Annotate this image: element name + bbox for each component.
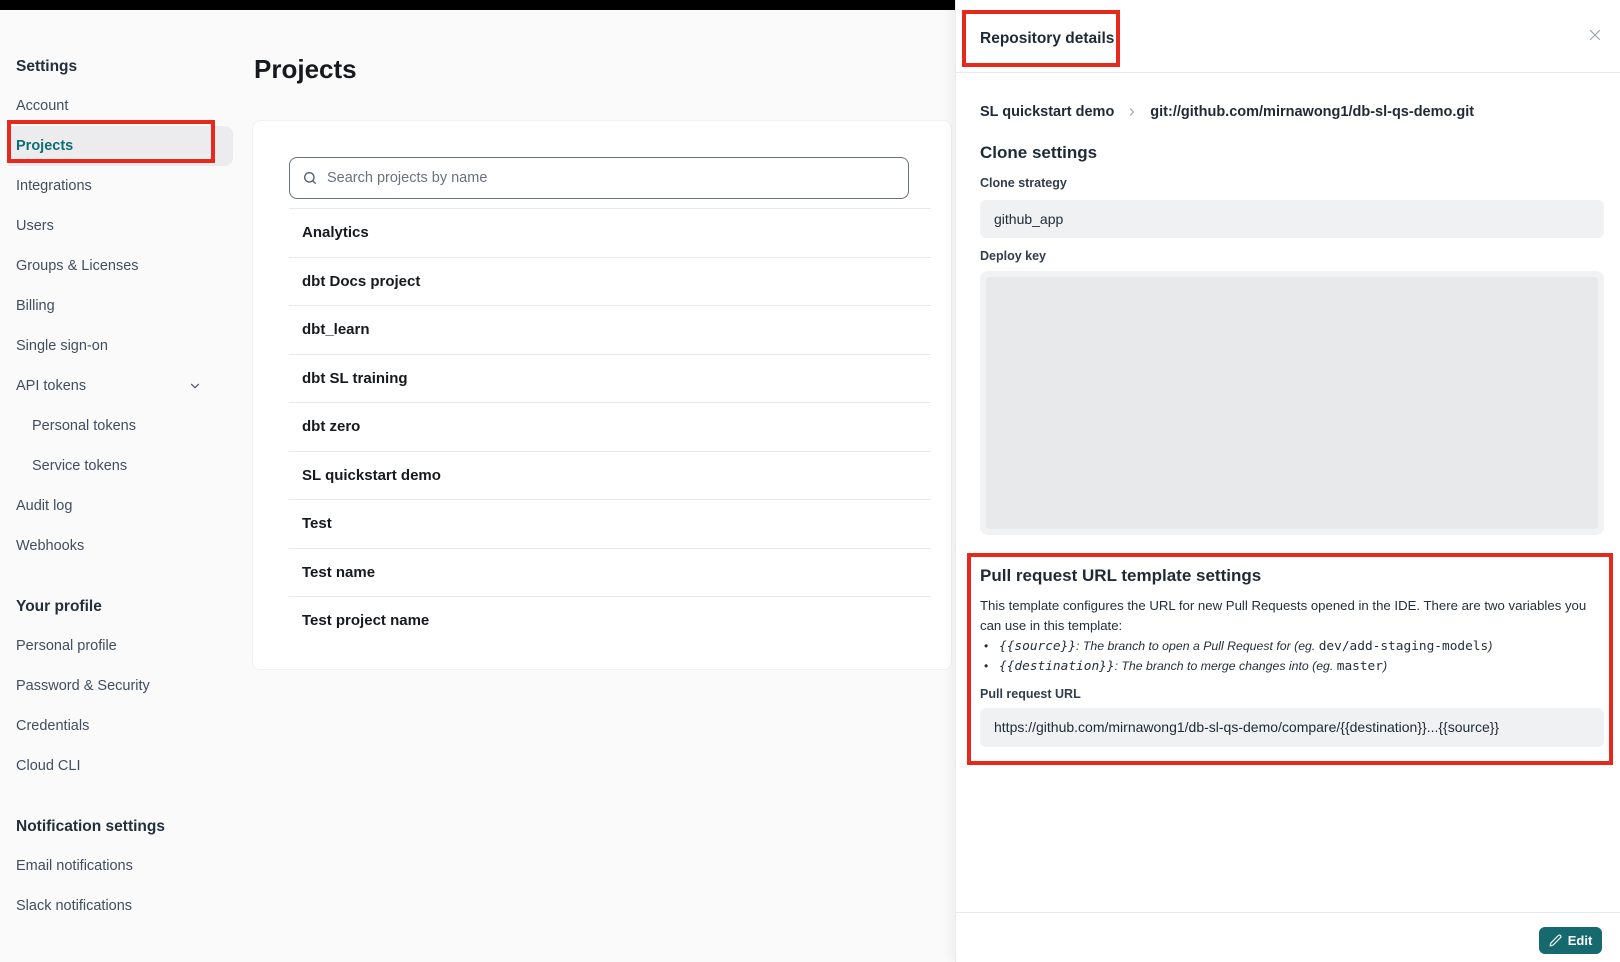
sidebar-item[interactable]: Slack notifications (0, 886, 225, 926)
settings-sidebar: Settings Account Projects Integrations U… (0, 10, 248, 962)
project-list-item[interactable]: dbt SL training (289, 354, 931, 403)
breadcrumb: SL quickstart demo git://github.com/mirn… (980, 104, 1474, 120)
sidebar-item-label: Cloud CLI (16, 758, 80, 774)
breadcrumb-project[interactable]: SL quickstart demo (980, 104, 1114, 120)
sidebar-item[interactable]: Service tokens (0, 446, 225, 486)
sidebar-item-label: Account (16, 98, 68, 114)
sidebar-item-label: Projects (16, 138, 73, 154)
sidebar-item[interactable]: Cloud CLI (0, 746, 225, 786)
sidebar-item[interactable]: Users (0, 206, 225, 246)
sidebar-section-header: Your profile (0, 588, 248, 626)
sidebar-item-label: API tokens (16, 378, 86, 394)
pr-template-variables: {{source}}: The branch to open a Pull Re… (982, 637, 1582, 676)
sidebar-item-label: Users (16, 218, 54, 234)
pr-template-description: This template configures the URL for new… (980, 596, 1590, 636)
variable-code: {{destination}} (999, 659, 1115, 674)
clone-strategy-value: github_app (980, 200, 1604, 238)
panel-footer: Edit (956, 912, 1620, 962)
sidebar-item[interactable]: Personal profile (0, 626, 225, 666)
sidebar-section-header: Notification settings (0, 808, 248, 846)
sidebar-item-label: Integrations (16, 178, 92, 194)
sidebar-item[interactable]: Personal tokens (0, 406, 225, 446)
sidebar-item-label: Personal tokens (32, 418, 136, 434)
variable-description: : The branch to merge changes into (eg. (1115, 659, 1337, 673)
pr-template-variable-bullet: {{destination}}: The branch to merge cha… (982, 657, 1582, 677)
variable-description: : The branch to open a Pull Request for … (1076, 639, 1319, 653)
sidebar-item[interactable]: Integrations (0, 166, 225, 206)
project-list-item[interactable]: dbt Docs project (289, 257, 931, 306)
sidebar-item[interactable]: API tokens (0, 366, 225, 406)
deploy-key-box (980, 271, 1604, 535)
sidebar-item-label: Service tokens (32, 458, 127, 474)
top-black-bar (0, 0, 955, 10)
clone-strategy-label: Clone strategy (980, 176, 1067, 190)
project-list-item[interactable]: SL quickstart demo (289, 451, 931, 500)
projects-card: Analytics dbt Docs project dbt_learn dbt… (252, 120, 952, 670)
sidebar-item[interactable]: Account (0, 86, 225, 126)
repository-details-panel: Repository details SL quickstart demo gi… (955, 0, 1620, 962)
variable-suffix: ) (1383, 659, 1387, 673)
sidebar-item-label: Webhooks (16, 538, 84, 554)
project-list-item[interactable]: dbt zero (289, 402, 931, 451)
sidebar-section-header: Settings (0, 48, 248, 86)
variable-suffix: ) (1488, 639, 1492, 653)
sidebar-item[interactable]: Email notifications (0, 846, 225, 886)
pr-template-variable-bullet: {{source}}: The branch to open a Pull Re… (982, 637, 1582, 657)
sidebar-item[interactable]: Projects (8, 126, 233, 166)
variable-code: {{source}} (999, 639, 1076, 654)
sidebar-item[interactable]: Audit log (0, 486, 225, 526)
clone-settings-heading: Clone settings (980, 143, 1097, 163)
deploy-key-redacted-value (986, 277, 1598, 529)
variable-example: master (1337, 659, 1383, 674)
edit-button[interactable]: Edit (1539, 927, 1602, 954)
close-icon (1586, 26, 1604, 47)
sidebar-item[interactable]: Groups & Licenses (0, 246, 225, 286)
sidebar-item-label: Billing (16, 298, 55, 314)
project-list-item[interactable]: Test project name (289, 596, 931, 645)
project-list-item[interactable]: Test name (289, 548, 931, 597)
sidebar-item[interactable]: Credentials (0, 706, 225, 746)
search-input[interactable] (327, 170, 896, 186)
pencil-icon (1549, 934, 1562, 947)
sidebar-item-label: Email notifications (16, 858, 133, 874)
deploy-key-label: Deploy key (980, 249, 1046, 263)
project-list-item[interactable]: Analytics (289, 208, 931, 257)
page-title: Projects (254, 52, 357, 86)
pr-template-heading: Pull request URL template settings (980, 566, 1261, 586)
pull-request-url-label: Pull request URL (980, 687, 1081, 701)
sidebar-item-label: Audit log (16, 498, 72, 514)
sidebar-item[interactable]: Billing (0, 286, 225, 326)
sidebar-item-label: Credentials (16, 718, 89, 734)
chevron-down-icon[interactable] (188, 379, 202, 393)
search-icon (302, 170, 318, 186)
sidebar-item[interactable]: Webhooks (0, 526, 225, 566)
breadcrumb-repo-url: git://github.com/mirnawong1/db-sl-qs-dem… (1150, 104, 1474, 120)
edit-button-label: Edit (1568, 933, 1593, 948)
sidebar-item-label: Groups & Licenses (16, 258, 139, 274)
breadcrumb-chevron-icon (1126, 106, 1138, 118)
sidebar-item[interactable]: Password & Security (0, 666, 225, 706)
close-panel-button[interactable] (1584, 25, 1606, 47)
sidebar-item-label: Personal profile (16, 638, 117, 654)
pull-request-url-value: https://github.com/mirnawong1/db-sl-qs-d… (980, 708, 1604, 747)
sidebar-item-label: Slack notifications (16, 898, 132, 914)
panel-title: Repository details (980, 30, 1114, 48)
sidebar-item-label: Password & Security (16, 678, 150, 694)
sidebar-item-label: Single sign-on (16, 338, 108, 354)
panel-header: Repository details (956, 0, 1620, 73)
variable-example: dev/add-staging-models (1319, 639, 1489, 654)
project-list-item[interactable]: dbt_learn (289, 305, 931, 354)
project-search-box[interactable] (289, 157, 909, 199)
sidebar-item[interactable]: Single sign-on (0, 326, 225, 366)
project-list-item[interactable]: Test (289, 499, 931, 548)
project-list: Analytics dbt Docs project dbt_learn dbt… (289, 208, 931, 645)
